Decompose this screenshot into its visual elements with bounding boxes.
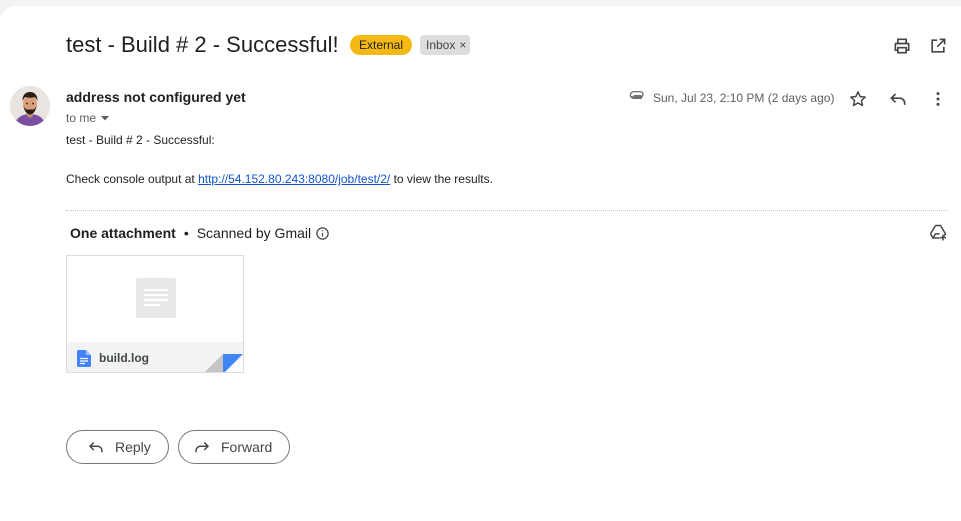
inbox-label-text: Inbox bbox=[426, 38, 456, 52]
avatar-image bbox=[10, 86, 50, 126]
chevron-down-icon[interactable] bbox=[100, 112, 110, 126]
separator-dot: • bbox=[183, 225, 189, 241]
more-vert-icon bbox=[936, 92, 940, 106]
open-in-new-window-button[interactable] bbox=[926, 34, 950, 58]
add-to-drive-button[interactable] bbox=[926, 221, 950, 245]
attachments-title: One attachment bbox=[70, 225, 176, 241]
external-label: External bbox=[350, 35, 412, 55]
forward-icon bbox=[193, 438, 211, 456]
page-corner-fold bbox=[205, 354, 243, 372]
document-preview-icon bbox=[136, 278, 176, 318]
star-button[interactable] bbox=[846, 87, 870, 111]
body-line-1: test - Build # 2 - Successful: bbox=[66, 133, 215, 147]
email-subject: test - Build # 2 - Successful! bbox=[66, 32, 339, 57]
body-line-2-prefix: Check console output at bbox=[66, 172, 199, 186]
console-output-link[interactable]: http://54.152.80.243:8080/job/test/2/ bbox=[198, 172, 390, 186]
print-icon bbox=[894, 38, 910, 54]
inbox-label[interactable]: Inbox × bbox=[420, 35, 470, 55]
print-button[interactable] bbox=[890, 34, 914, 58]
recipient-label: to me bbox=[66, 111, 97, 125]
attachment-card[interactable]: build.log bbox=[66, 255, 244, 373]
add-to-drive-icon bbox=[929, 224, 947, 241]
attachments-divider bbox=[66, 210, 948, 211]
sender-avatar[interactable] bbox=[10, 86, 50, 126]
star-icon bbox=[850, 91, 866, 107]
forward-button-label: Forward bbox=[221, 439, 273, 455]
reply-icon-button[interactable] bbox=[886, 87, 910, 111]
paperclip-icon bbox=[627, 89, 647, 110]
body-line-2: Check console output at http://54.152.80… bbox=[66, 172, 493, 186]
open-in-new-window-icon bbox=[931, 38, 946, 53]
recipient-details[interactable]: to me bbox=[66, 111, 110, 126]
attachments-header: One attachment • Scanned by Gmail bbox=[70, 225, 330, 244]
more-options-button[interactable] bbox=[926, 87, 950, 111]
email-view: test - Build # 2 - Successful! External … bbox=[0, 6, 961, 521]
attachment-preview bbox=[67, 256, 243, 342]
attachment-file-name: build.log bbox=[99, 351, 149, 365]
reply-icon bbox=[890, 93, 906, 105]
reply-button[interactable]: Reply bbox=[66, 430, 169, 464]
forward-button[interactable]: Forward bbox=[178, 430, 290, 464]
scan-note: Scanned by Gmail bbox=[196, 225, 312, 241]
google-docs-icon bbox=[77, 350, 91, 367]
reply-button-label: Reply bbox=[115, 439, 151, 455]
body-line-2-suffix: to view the results. bbox=[390, 172, 493, 186]
email-date: Sun, Jul 23, 2:10 PM (2 days ago) bbox=[653, 91, 835, 105]
attachment-footer: build.log bbox=[67, 342, 243, 372]
sender-name[interactable]: address not configured yet bbox=[66, 89, 246, 105]
reply-icon bbox=[87, 438, 105, 456]
remove-label-button[interactable]: × bbox=[459, 38, 466, 52]
info-icon[interactable] bbox=[315, 226, 330, 244]
